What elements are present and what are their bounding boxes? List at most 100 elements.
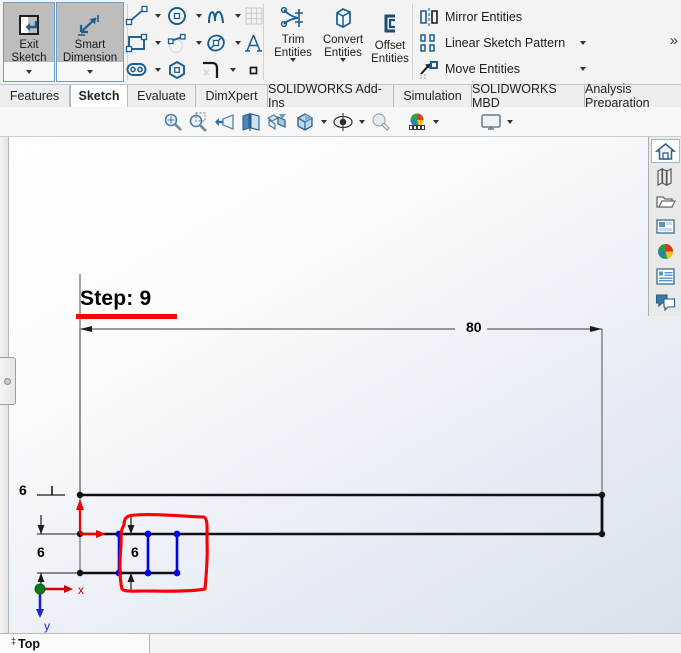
- ribbon-separator-3: [412, 4, 413, 80]
- chevron-down-icon: [26, 69, 32, 74]
- appearances-scenes-button[interactable]: [651, 214, 680, 238]
- graphics-area[interactable]: x y 80 6 6 6 Step: 9: [0, 137, 681, 653]
- axis-y-label: y: [44, 619, 50, 633]
- view-orientation-button[interactable]: [264, 110, 290, 134]
- grid-tool[interactable]: [239, 3, 269, 29]
- model-views-button[interactable]: [651, 164, 680, 188]
- detail-height-dimension[interactable]: 6: [131, 544, 139, 560]
- tab-solidworks-mbd[interactable]: SOLIDWORKS MBD: [472, 82, 585, 110]
- rectangle-tool[interactable]: [122, 30, 164, 56]
- tab-analysis-preparation[interactable]: Analysis Preparation: [585, 82, 681, 110]
- left-height-dimension[interactable]: 6: [37, 544, 45, 560]
- slot-icon: [122, 57, 152, 83]
- section-view-button[interactable]: [238, 110, 264, 134]
- ellipse-tool[interactable]: [202, 30, 244, 56]
- move-entities-dropdown[interactable]: [570, 57, 596, 81]
- display-style-dropdown[interactable]: [318, 110, 330, 134]
- apply-scene-dropdown[interactable]: [430, 110, 442, 134]
- linear-sketch-pattern-dropdown[interactable]: [570, 31, 596, 55]
- zoom-to-area-button[interactable]: [186, 110, 212, 134]
- move-entities-icon: [416, 58, 442, 80]
- tab-dimxpert[interactable]: DimXpert: [196, 85, 268, 107]
- hide-show-items-icon: [330, 110, 356, 134]
- display-style-icon: [292, 110, 318, 134]
- text-tool[interactable]: [239, 30, 269, 56]
- display-monitor-dropdown[interactable]: [504, 110, 516, 134]
- smart-dimension-dropdown[interactable]: [57, 61, 123, 81]
- edit-appearance-button[interactable]: [368, 110, 394, 134]
- origin-x-arrow: [96, 530, 106, 538]
- exit-sketch-button[interactable]: Exit Sketch: [3, 2, 55, 82]
- offset-entities-button[interactable]: Offset Entities: [365, 8, 415, 65]
- apply-scene-icon: [404, 110, 430, 134]
- display-monitor-button[interactable]: [478, 110, 516, 134]
- ribbon-expander-button[interactable]: »: [670, 32, 678, 49]
- chevron-down-icon: [580, 67, 586, 71]
- display-style-button[interactable]: [292, 110, 330, 134]
- section-view-icon: [238, 110, 264, 134]
- smart-dimension-button[interactable]: Smart Dimension: [56, 2, 124, 82]
- custom-properties-button[interactable]: [651, 264, 680, 288]
- circle-tool[interactable]: [163, 3, 205, 29]
- trim-entities-label-line1: Trim: [281, 34, 305, 46]
- arc-tool[interactable]: [163, 30, 205, 56]
- edit-appearance-icon: [368, 110, 394, 134]
- polygon-tool[interactable]: [163, 57, 193, 83]
- zoom-to-fit-button[interactable]: [160, 110, 186, 134]
- overall-length-dimension[interactable]: 80: [466, 319, 482, 335]
- home-button[interactable]: [650, 139, 680, 163]
- polygon-icon: [163, 57, 193, 83]
- trim-entities-label-line2: Entities: [274, 46, 312, 59]
- open-folder-button[interactable]: [651, 189, 680, 213]
- arc-icon: [163, 30, 193, 56]
- tab-sketch[interactable]: Sketch: [70, 85, 128, 107]
- plane-name-label: Top: [18, 636, 40, 651]
- exit-sketch-dropdown[interactable]: [4, 61, 54, 81]
- sketch-point: [598, 530, 606, 538]
- point-tool[interactable]: [239, 57, 269, 83]
- hide-show-items-button[interactable]: [330, 110, 368, 134]
- tab-solidworks-add-ins[interactable]: SOLIDWORKS Add-Ins: [268, 82, 394, 110]
- convert-entities-label-line2: Entities: [324, 46, 362, 59]
- color-sphere-button[interactable]: [651, 239, 680, 263]
- view-toolbar: [0, 107, 681, 137]
- hide-show-items-dropdown[interactable]: [356, 110, 368, 134]
- dim-arrow-left6-bottom: [37, 573, 45, 582]
- previous-view-icon: [212, 110, 238, 134]
- annotations-button[interactable]: [651, 289, 680, 313]
- tab-simulation[interactable]: Simulation: [394, 85, 472, 107]
- move-entities-button[interactable]: Move Entities: [416, 57, 520, 81]
- linear-sketch-pattern-button[interactable]: Linear Sketch Pattern: [416, 31, 565, 55]
- apply-scene-button[interactable]: [404, 110, 442, 134]
- axis-x-label: x: [78, 583, 84, 597]
- move-entities-label: Move Entities: [445, 62, 521, 76]
- upper-offset-dimension[interactable]: 6: [19, 482, 27, 498]
- line-tool[interactable]: [122, 3, 164, 29]
- spline-tool[interactable]: [202, 3, 244, 29]
- convert-entities-dropdown[interactable]: [340, 58, 346, 80]
- dim-arrow-detail6-bottom: [127, 573, 135, 582]
- spline-icon: [202, 3, 232, 29]
- trim-entities-button[interactable]: Trim Entities: [268, 2, 318, 80]
- chevron-down-icon: [155, 68, 161, 72]
- trim-entities-dropdown[interactable]: [290, 58, 296, 80]
- zoom-to-area-icon: [186, 110, 212, 134]
- mirror-entities-icon: [416, 6, 442, 28]
- text-a-icon: [239, 30, 269, 56]
- convert-entities-label-line1: Convert: [322, 34, 364, 46]
- convert-entities-button[interactable]: Convert Entities: [318, 2, 368, 80]
- tab-evaluate[interactable]: Evaluate: [128, 85, 196, 107]
- origin-y-arrow: [76, 499, 84, 510]
- tab-features[interactable]: Features: [0, 85, 70, 107]
- sketch-fillet-tool-dropdown[interactable]: [227, 57, 239, 83]
- mirror-entities-button[interactable]: Mirror Entities: [416, 5, 522, 29]
- previous-view-button[interactable]: [212, 110, 238, 134]
- sketch-fillet-tool[interactable]: [197, 57, 239, 83]
- slot-tool[interactable]: [122, 57, 164, 83]
- point-icon: [239, 57, 269, 83]
- axis-triad: x y: [34, 583, 84, 633]
- blue-point: [144, 569, 152, 577]
- offset-entities-label-line2: Entities: [371, 52, 409, 65]
- mirror-entities-label: Mirror Entities: [445, 10, 523, 24]
- sketch-point: [76, 491, 84, 499]
